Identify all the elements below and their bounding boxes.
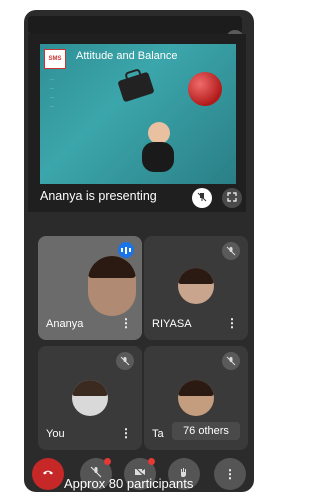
slide-bullet: ... — [50, 94, 54, 99]
more-vertical-icon[interactable]: ⋮ — [120, 316, 132, 330]
presenter-label: Ananya is presenting — [40, 189, 157, 203]
more-vertical-icon[interactable]: ⋮ — [226, 316, 238, 330]
presenter-bar: Ananya is presenting — [28, 186, 246, 212]
apple-image — [188, 72, 222, 106]
slide-bullets: ... ... ... ... — [50, 76, 120, 112]
participants-count: Approx 80 participants — [64, 476, 194, 491]
slide-bullet: ... — [50, 85, 54, 90]
participant-tile[interactable]: RIYASA ⋮ — [144, 236, 248, 340]
fullscreen-icon — [227, 189, 237, 207]
end-call-icon — [42, 465, 54, 483]
avatar — [178, 268, 214, 304]
alert-dot — [148, 458, 155, 465]
mic-off-icon — [116, 352, 134, 370]
pin-icon — [197, 189, 207, 207]
participant-tile[interactable]: Ananya ⋮ — [38, 236, 142, 340]
participant-name: RIYASA — [152, 318, 192, 330]
speaking-icon — [118, 242, 134, 258]
avatar — [72, 380, 108, 416]
slide-logo: SMS — [44, 49, 66, 69]
mic-off-icon — [222, 242, 240, 260]
participant-name: Ananya — [46, 318, 84, 330]
more-vertical-icon[interactable]: ⋮ — [120, 426, 132, 440]
more-vertical-icon: ⋮ — [224, 467, 236, 481]
participant-tile[interactable]: You ⋮ — [38, 346, 142, 450]
presentation-area[interactable]: SMS Attitude and Balance ... ... ... ...… — [28, 34, 246, 212]
slide-title: Attitude and Balance — [76, 50, 178, 62]
avatar — [178, 380, 214, 416]
participant-name: Ta — [152, 428, 164, 440]
top-bar — [28, 16, 242, 34]
meeting-screen: SMS Attitude and Balance ... ... ... ...… — [24, 10, 254, 492]
slide-bullet: ... — [50, 76, 54, 81]
end-call-button[interactable] — [32, 458, 64, 490]
more-options-button[interactable]: ⋮ — [214, 458, 246, 490]
pin-button[interactable] — [192, 188, 212, 208]
slide-bullet: ... — [50, 103, 54, 108]
mic-off-icon — [222, 352, 240, 370]
briefcase-image — [117, 71, 155, 103]
participant-video — [88, 256, 136, 316]
others-badge[interactable]: 76 others — [172, 422, 240, 440]
shared-slide: SMS Attitude and Balance ... ... ... ... — [40, 44, 236, 184]
baby-image — [138, 122, 178, 180]
participant-name: You — [46, 428, 65, 440]
fullscreen-button[interactable] — [222, 188, 242, 208]
alert-dot — [104, 458, 111, 465]
